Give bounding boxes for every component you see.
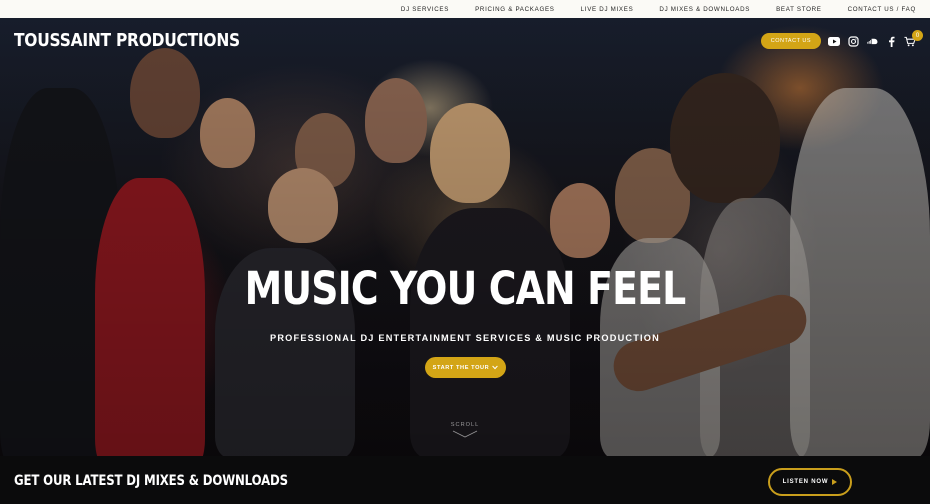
nav-contact-faq[interactable]: CONTACT US / FAQ: [848, 6, 916, 13]
page: DJ SERVICES PRICING & PACKAGES LIVE DJ M…: [0, 0, 930, 504]
youtube-icon[interactable]: [828, 35, 840, 47]
nav-live-dj-mixes[interactable]: LIVE DJ MIXES: [581, 6, 634, 13]
chevron-down-icon: [452, 430, 478, 438]
listen-now-label: LISTEN NOW: [782, 479, 829, 485]
hero-headline: MUSIC YOU CAN FEEL: [244, 262, 687, 315]
cart-icon[interactable]: 0: [904, 30, 923, 47]
chevron-down-icon: [492, 365, 499, 370]
soundcloud-icon[interactable]: [866, 35, 878, 47]
nav-beat-store[interactable]: BEAT STORE: [776, 6, 822, 13]
top-navigation: DJ SERVICES PRICING & PACKAGES LIVE DJ M…: [0, 0, 930, 18]
site-logo[interactable]: TOUSSAINT PRODUCTIONS: [14, 30, 240, 51]
promo-title: GET OUR LATEST DJ MIXES & DOWNLOADS: [14, 473, 288, 489]
cart-count-badge: 0: [912, 30, 923, 41]
hero-subheadline: PROFESSIONAL DJ ENTERTAINMENT SERVICES &…: [270, 333, 660, 343]
scroll-label: SCROLL: [450, 422, 480, 428]
nav-dj-services[interactable]: DJ SERVICES: [401, 6, 449, 13]
start-tour-label: START THE TOUR: [432, 364, 490, 371]
nav-pricing-packages[interactable]: PRICING & PACKAGES: [475, 6, 555, 13]
play-icon: [832, 479, 838, 485]
listen-now-button[interactable]: LISTEN NOW: [768, 468, 852, 496]
scroll-indicator[interactable]: SCROLL: [446, 422, 484, 438]
instagram-icon[interactable]: [847, 35, 859, 47]
header-actions: CONTACT US 0: [760, 30, 923, 49]
start-tour-button[interactable]: START THE TOUR: [425, 357, 506, 378]
contact-us-button[interactable]: CONTACT US: [760, 33, 821, 49]
hero-section: TOUSSAINT PRODUCTIONS CONTACT US 0 MUSIC…: [0, 18, 930, 456]
nav-dj-mixes-downloads[interactable]: DJ MIXES & DOWNLOADS: [659, 6, 750, 13]
hero-overlay: [0, 18, 930, 456]
downloads-promo-bar: GET OUR LATEST DJ MIXES & DOWNLOADS LIST…: [0, 456, 930, 504]
facebook-icon[interactable]: [885, 35, 897, 47]
